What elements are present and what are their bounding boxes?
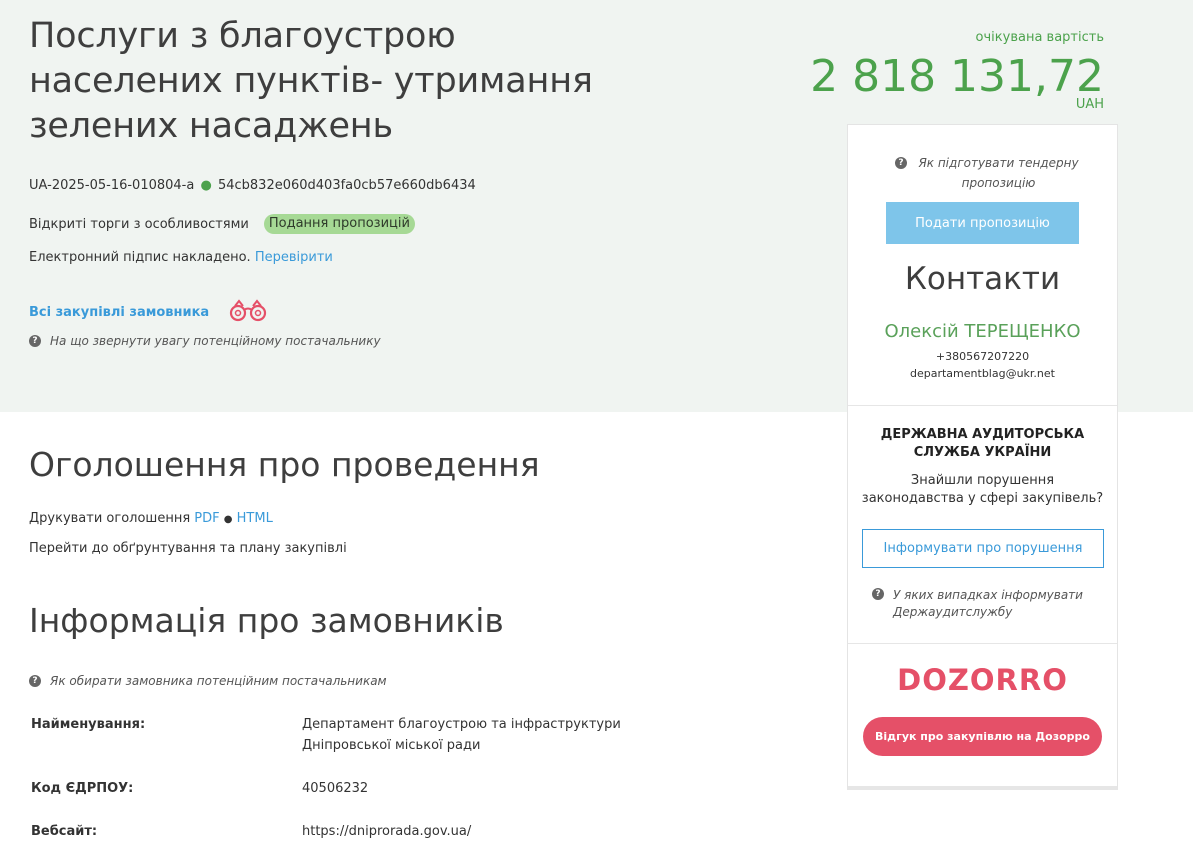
separator-dot: ●: [200, 178, 212, 193]
print-html-link[interactable]: HTML: [237, 511, 273, 526]
website-link[interactable]: https://dniprorada.gov.ua/: [302, 821, 662, 842]
print-announcement-line: Друкувати оголошення PDF ● HTML: [29, 511, 273, 526]
audit-hint-text: У яких випадках інформувати Держаудитслу…: [893, 588, 1083, 619]
tender-id-line: UA-2025-05-16-010804-a ● 54cb832e060d403…: [29, 178, 476, 193]
supplier-hint[interactable]: ? На що звернути увагу потенційному пост…: [29, 334, 381, 348]
verify-signature-link[interactable]: Перевірити: [255, 250, 333, 265]
status-badge: Подання пропозицій: [263, 214, 415, 234]
field-label-name: Найменування:: [31, 717, 146, 732]
signature-line: Електронний підпис накладено. Перевірити: [29, 250, 333, 265]
audit-text: Знайшли порушення законодавства у сфері …: [861, 473, 1104, 506]
sidebar-divider: [848, 643, 1117, 644]
submit-proposal-button[interactable]: Подати пропозицію: [886, 202, 1079, 244]
tender-hash: 54cb832e060d403fa0cb57e660db6434: [217, 178, 476, 193]
customers-heading: Інформація про замовників: [29, 601, 504, 640]
field-value-name: Департамент благоустрою та інфраструктур…: [302, 717, 621, 753]
print-label: Друкувати оголошення: [29, 511, 191, 526]
contact-email: departamentblag@ukr.net: [910, 367, 1055, 380]
tender-id: UA-2025-05-16-010804-a: [29, 178, 195, 193]
all-purchases-link[interactable]: Всі закупівлі замовника: [29, 305, 209, 320]
sidebar-panel: ? Як підготувати тендерну пропозицію Под…: [847, 124, 1118, 790]
prepare-hint-text: Як підготувати тендерну пропозицію: [918, 156, 1079, 190]
plan-link[interactable]: Перейти до обґрунтування та плану закупі…: [29, 541, 347, 556]
print-separator: ●: [223, 514, 233, 525]
contacts-title: Контакти: [904, 261, 1061, 297]
customer-hint[interactable]: ? Як обирати замовника потенційним поста…: [29, 674, 387, 688]
sidebar-divider: [848, 405, 1117, 406]
contact-name: Олексій ТЕРЕЩЕНКО: [884, 321, 1081, 342]
supplier-hint-text: На що звернути увагу потенційному постач…: [50, 334, 381, 348]
dozorro-logo: DOZORRO: [897, 663, 1068, 697]
question-icon: ?: [29, 335, 41, 347]
field-value-edrpou: 40506232: [302, 781, 369, 796]
customer-hint-text: Як обирати замовника потенційним постача…: [50, 674, 387, 688]
tender-title: Послуги з благоустрою населених пунктів-…: [29, 16, 593, 146]
signature-text: Електронний підпис накладено.: [29, 250, 251, 265]
print-pdf-link[interactable]: PDF: [194, 511, 219, 526]
question-icon: ?: [895, 157, 907, 169]
binoculars-icon[interactable]: [227, 298, 269, 326]
price-label: очікувана вартість: [975, 30, 1104, 45]
prepare-hint[interactable]: ? Як підготувати тендерну пропозицію: [895, 153, 1095, 193]
question-icon: ?: [29, 675, 41, 687]
field-label-edrpou: Код ЄДРПОУ:: [31, 781, 134, 796]
dozorro-feedback-button[interactable]: Відгук про закупівлю на Дозорро: [863, 717, 1102, 756]
contact-phone: +380567207220: [935, 350, 1030, 363]
report-violation-button[interactable]: Інформувати про порушення: [862, 529, 1104, 568]
announcement-heading: Оголошення про проведення: [29, 445, 540, 484]
field-label-website: Вебсайт:: [31, 824, 98, 839]
all-purchases-row: Всі закупівлі замовника: [29, 298, 269, 326]
question-icon: ?: [872, 588, 884, 600]
audit-hint[interactable]: ? У яких випадках інформувати Держаудитс…: [872, 587, 1092, 621]
procedure-type: Відкриті торги з особливостями: [29, 216, 249, 232]
audit-title: ДЕРЖАВНА АУДИТОРСЬКА СЛУЖБА УКРАЇНИ: [880, 427, 1085, 460]
price-currency: UAH: [1075, 97, 1104, 112]
procedure-line: Відкриті торги з особливостями Подання п…: [29, 214, 415, 234]
price-value: 2 818 131,72: [810, 51, 1104, 102]
